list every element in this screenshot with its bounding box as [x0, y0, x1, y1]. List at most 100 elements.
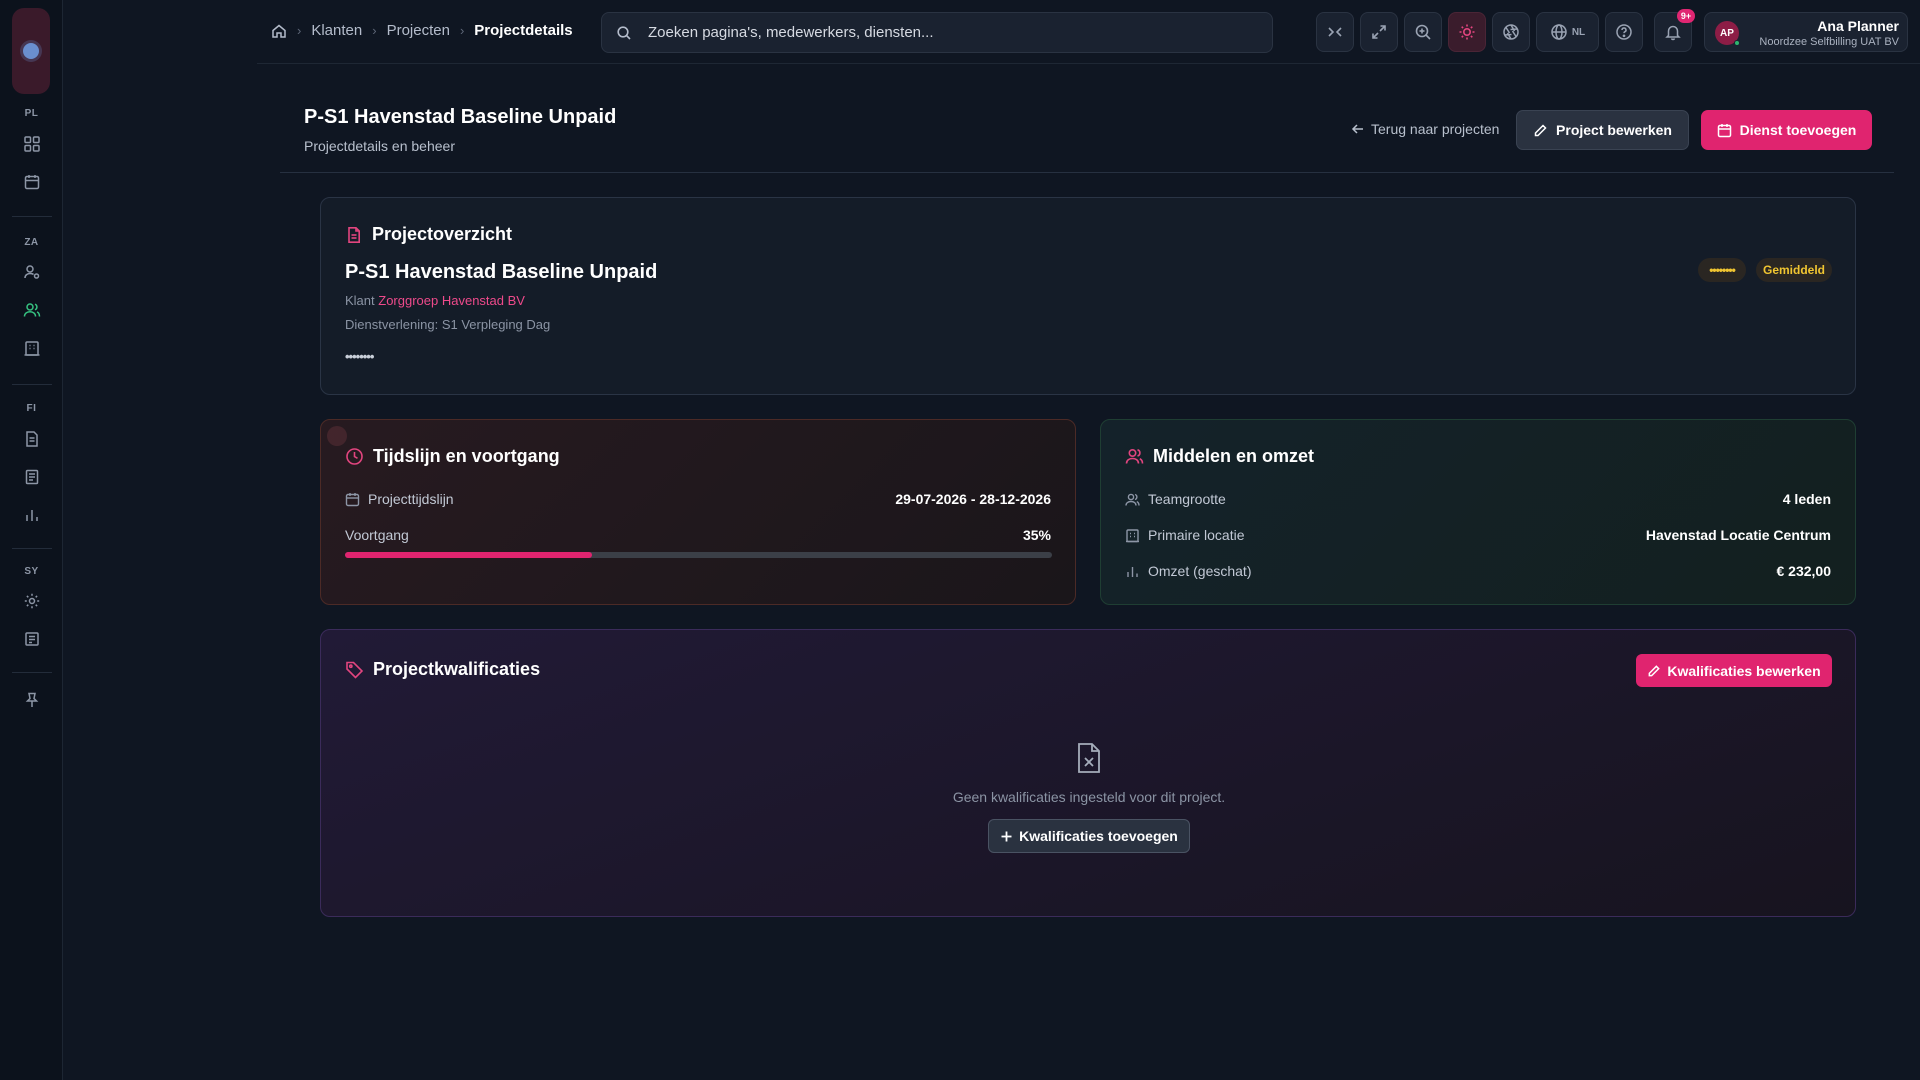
- search-bar[interactable]: [601, 12, 1273, 53]
- notifications-button[interactable]: 9+: [1654, 9, 1695, 52]
- dashboard-grid-icon[interactable]: [20, 132, 44, 156]
- home-icon[interactable]: [271, 23, 287, 39]
- building-icon: [1125, 528, 1140, 543]
- zoom-button[interactable]: [1404, 12, 1442, 52]
- breadcrumb-klanten[interactable]: Klanten: [311, 22, 362, 39]
- collapse-icon: [1326, 23, 1344, 41]
- calendar-icon: [345, 492, 360, 507]
- sidebar-section-label: FI: [26, 403, 37, 414]
- add-qualifications-button[interactable]: Kwalificaties toevoegen: [988, 819, 1190, 853]
- sidebar-divider: [12, 548, 52, 549]
- edit-qualifications-label: Kwalificaties bewerken: [1667, 662, 1821, 679]
- priority-badge: Gemiddeld: [1756, 258, 1832, 282]
- revenue-label: Omzet (geschat): [1148, 563, 1252, 579]
- pencil-icon: [1533, 123, 1548, 138]
- qualifications-heading: Projectkwalificaties: [345, 659, 540, 680]
- collapse-sidebar-button[interactable]: [1316, 12, 1354, 52]
- back-to-projects-link[interactable]: Terug naar projecten: [1351, 121, 1499, 137]
- help-icon: [1615, 23, 1633, 41]
- calendar-plus-icon: [1717, 123, 1732, 138]
- sidebar-divider: [12, 384, 52, 385]
- theme-toggle-button[interactable]: [1448, 12, 1486, 52]
- masked-description: ••••••••: [345, 349, 374, 364]
- revenue-label-group: Omzet (geschat): [1125, 563, 1777, 579]
- resources-heading: Middelen en omzet: [1125, 446, 1314, 467]
- client-link[interactable]: Zorggroep Havenstad BV: [378, 293, 525, 308]
- file-x-icon: [1075, 742, 1103, 774]
- arrow-left-icon: [1351, 122, 1365, 136]
- progress-bar: [345, 552, 1052, 558]
- page-title: P-S1 Havenstad Baseline Unpaid: [304, 106, 617, 128]
- client-label: Klant: [345, 293, 375, 308]
- timeline-heading: Tijdslijn en voortgang: [345, 446, 560, 467]
- masked-status-badge: ••••••••: [1698, 258, 1746, 282]
- users-small-icon: [1125, 492, 1140, 507]
- receipt-icon[interactable]: [20, 465, 44, 489]
- timeline-heading-label: Tijdslijn en voortgang: [373, 446, 560, 466]
- edit-project-button[interactable]: Project bewerken: [1516, 110, 1689, 150]
- timeline-progress-card: Tijdslijn en voortgang Projecttijdslijn …: [320, 419, 1076, 605]
- location-row: Primaire locatie Havenstad Locatie Centr…: [1125, 525, 1831, 545]
- user-name: Ana Planner: [1817, 18, 1899, 34]
- sidebar: PL ZA FI SY: [0, 0, 63, 1080]
- search-input[interactable]: [648, 24, 1248, 41]
- user-organization: Noordzee Selfbilling UAT BV: [1759, 36, 1899, 48]
- building-icon[interactable]: [20, 336, 44, 360]
- file-text-icon: [345, 226, 363, 244]
- progress-row: Voortgang 35%: [345, 525, 1051, 545]
- resources-heading-label: Middelen en omzet: [1153, 446, 1315, 466]
- app-logo[interactable]: [12, 8, 50, 94]
- tag-icon: [345, 660, 364, 679]
- users-icon: [1125, 447, 1144, 466]
- progress-label: Voortgang: [345, 527, 409, 543]
- pencil-icon: [1647, 664, 1661, 678]
- team-size-label-group: Teamgrootte: [1125, 491, 1783, 507]
- notification-count-badge: 9+: [1677, 9, 1695, 23]
- sidebar-divider: [12, 216, 52, 217]
- add-service-button[interactable]: Dienst toevoegen: [1701, 110, 1872, 150]
- language-switcher[interactable]: NL: [1536, 12, 1599, 52]
- sidebar-section-label: SY: [24, 566, 39, 577]
- bar-chart-icon[interactable]: [20, 503, 44, 527]
- resources-revenue-card: Middelen en omzet Teamgrootte 4 leden Pr…: [1100, 419, 1856, 605]
- qualifications-heading-label: Projectkwalificaties: [373, 659, 541, 679]
- breadcrumb-projecten[interactable]: Projecten: [387, 22, 450, 39]
- add-service-label: Dienst toevoegen: [1739, 122, 1857, 138]
- plus-icon: [1000, 830, 1013, 843]
- user-menu[interactable]: AP Ana Planner Noordzee Selfbilling UAT …: [1704, 12, 1908, 52]
- timeline-value: 29-07-2026 - 28-12-2026: [895, 491, 1051, 507]
- pin-icon[interactable]: [20, 688, 44, 712]
- qualifications-card: Projectkwalificaties Kwalificaties bewer…: [320, 629, 1856, 917]
- gear-icon[interactable]: [20, 589, 44, 613]
- location-label: Primaire locatie: [1148, 527, 1245, 543]
- user-settings-icon[interactable]: [20, 260, 44, 284]
- zoom-in-icon: [1414, 23, 1432, 41]
- page-subtitle: Projectdetails en beheer: [304, 138, 455, 154]
- topbar: › Klanten › Projecten › Projectdetails Z…: [257, 0, 1920, 64]
- team-size-row: Teamgrootte 4 leden: [1125, 489, 1831, 509]
- breadcrumb: › Klanten › Projecten › Projectdetails: [271, 22, 573, 39]
- expand-icon: [1370, 23, 1388, 41]
- card-glow: [327, 426, 347, 446]
- breadcrumb-separator-icon: ›: [297, 23, 302, 38]
- back-link-label: Terug naar projecten: [1371, 121, 1500, 137]
- revenue-value: € 232,00: [1776, 563, 1832, 579]
- document-icon[interactable]: [20, 427, 44, 451]
- revenue-row: Omzet (geschat) € 232,00: [1125, 561, 1831, 581]
- clock-icon: [345, 447, 364, 466]
- fullscreen-button[interactable]: [1360, 12, 1398, 52]
- timeline-label-group: Projecttijdslijn: [345, 491, 895, 507]
- log-icon[interactable]: [20, 627, 44, 651]
- breadcrumb-current: Projectdetails: [474, 22, 573, 39]
- logo-mark-icon: [23, 43, 39, 59]
- progress-value: 35%: [1022, 527, 1051, 543]
- team-size-value: 4 leden: [1782, 491, 1831, 507]
- project-name: P-S1 Havenstad Baseline Unpaid: [345, 261, 658, 283]
- project-overview-card: Projectoverzicht P-S1 Havenstad Baseline…: [320, 197, 1856, 395]
- users-icon[interactable]: [20, 298, 44, 322]
- aperture-button[interactable]: [1492, 12, 1530, 52]
- help-button[interactable]: [1605, 12, 1643, 52]
- overview-heading-label: Projectoverzicht: [372, 224, 513, 244]
- calendar-icon[interactable]: [20, 170, 44, 194]
- edit-qualifications-button[interactable]: Kwalificaties bewerken: [1636, 654, 1832, 687]
